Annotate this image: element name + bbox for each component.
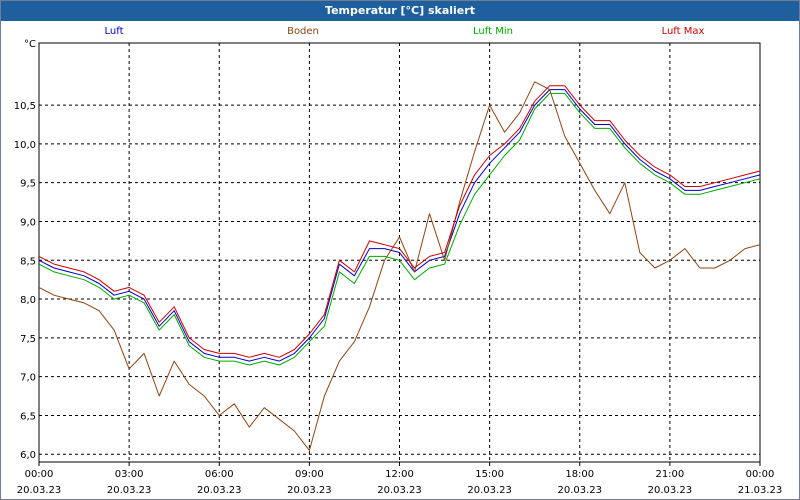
legend-item-boden: Boden [287,26,319,37]
y-tick-label: 9,5 [20,179,36,190]
x-tick-label-date: 20.03.23 [648,485,693,496]
legend-item-luft-max: Luft Max [662,26,705,37]
x-tick-label-date: 20.03.23 [107,485,152,496]
temperature-chart: 6,0 6,5 7,0 7,5 8,0 8,5 9,0 9,5 10,0 10,5 00:00 20.… [14,26,783,496]
x-tick-label-time: 06:00 [205,469,234,480]
y-tick-label: 8,0 [20,295,36,306]
x-tick-label-time: 00:00 [746,469,775,480]
x-tick-label-date: 20.03.23 [557,485,602,496]
x-tick-label-time: 15:00 [475,469,504,480]
legend-item-luft: Luft [105,26,124,37]
y-tick-label: 10,5 [14,101,36,112]
x-tick-label-time: 21:00 [655,469,684,480]
x-tick-label-time: 09:00 [295,469,324,480]
y-tick-label: 9,0 [20,217,36,228]
y-tick-label: 7,0 [20,373,36,384]
x-tick-label-date: 21.03.23 [738,485,783,496]
x-tick-label-date: 20.03.23 [467,485,512,496]
x-tick-label-date: 20.03.23 [197,485,242,496]
legend: Luft Boden Luft Min Luft Max [105,26,705,37]
y-tick-label: 8,5 [20,256,36,267]
x-tick-label-date: 20.03.23 [287,485,332,496]
x-tick-label-time: 03:00 [115,469,144,480]
x-tick-label-time: 12:00 [385,469,414,480]
y-tick-label: 7,5 [20,334,36,345]
legend-item-luft-min: Luft Min [473,26,513,37]
y-tick-label: 6,5 [20,411,36,422]
y-axis-label: °C [24,39,36,50]
y-tick-label: 10,0 [14,140,36,151]
y-tick-label: 6,0 [20,450,36,461]
x-tick-label-time: 00:00 [25,469,54,480]
x-tick-label-date: 20.03.23 [17,485,62,496]
x-tick-label-date: 20.03.23 [377,485,422,496]
x-tick-label-time: 18:00 [565,469,594,480]
